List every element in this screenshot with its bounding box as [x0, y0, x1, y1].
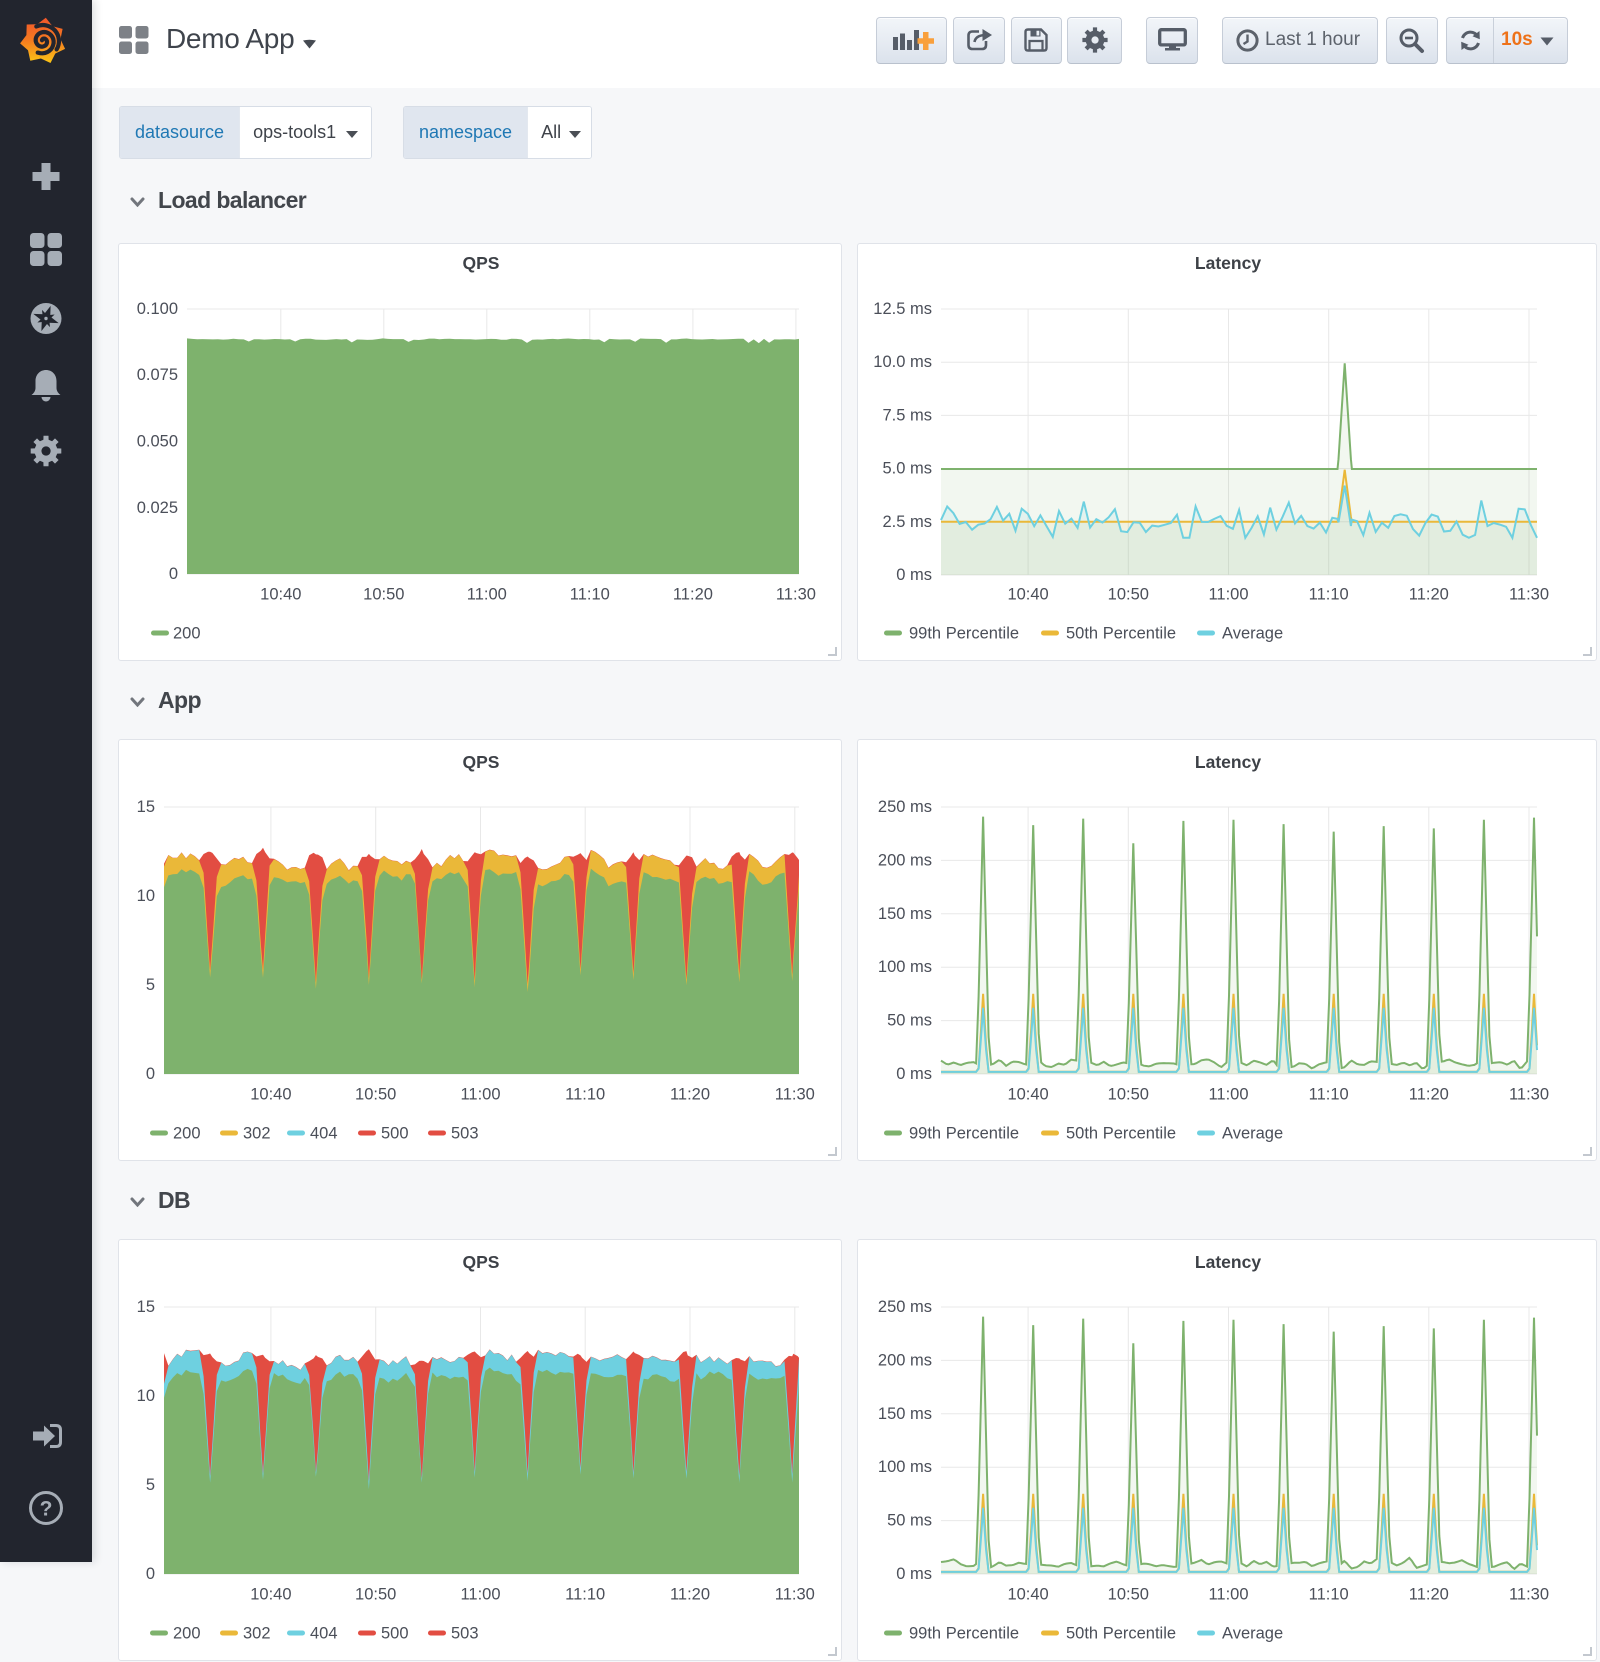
svg-text:200: 200 [173, 625, 201, 643]
svg-text:503: 503 [451, 1625, 479, 1643]
svg-text:15: 15 [137, 798, 155, 816]
svg-text:11:00: 11:00 [460, 1586, 500, 1604]
svg-text:11:00: 11:00 [1208, 1086, 1248, 1104]
svg-text:Latency: Latency [1195, 253, 1261, 273]
svg-text:250 ms: 250 ms [878, 1298, 932, 1316]
svg-text:0.050: 0.050 [137, 433, 178, 451]
svg-text:11:10: 11:10 [565, 1086, 605, 1104]
svg-text:Average: Average [1222, 1625, 1283, 1643]
svg-text:11:10: 11:10 [570, 586, 610, 604]
svg-text:0: 0 [146, 1065, 155, 1083]
svg-text:50 ms: 50 ms [887, 1512, 932, 1530]
svg-text:11:30: 11:30 [775, 1586, 815, 1604]
svg-text:99th Percentile: 99th Percentile [909, 625, 1019, 643]
svg-text:11:20: 11:20 [1409, 1586, 1449, 1604]
svg-text:10:50: 10:50 [1108, 586, 1149, 604]
svg-text:200: 200 [173, 1125, 201, 1143]
svg-text:500: 500 [381, 1125, 409, 1143]
svg-text:100 ms: 100 ms [878, 1458, 932, 1476]
svg-text:50th Percentile: 50th Percentile [1066, 1125, 1176, 1143]
svg-text:0.100: 0.100 [137, 300, 178, 318]
svg-text:10: 10 [137, 887, 155, 905]
svg-text:5: 5 [146, 1476, 155, 1494]
svg-text:99th Percentile: 99th Percentile [909, 1625, 1019, 1643]
svg-text:11:30: 11:30 [1509, 1086, 1549, 1104]
svg-text:15: 15 [137, 1298, 155, 1316]
svg-text:302: 302 [243, 1625, 271, 1643]
svg-text:50th Percentile: 50th Percentile [1066, 625, 1176, 643]
svg-text:10:40: 10:40 [1007, 1586, 1048, 1604]
svg-text:0: 0 [169, 565, 178, 583]
svg-text:QPS: QPS [463, 1252, 500, 1272]
svg-text:10:40: 10:40 [1007, 1086, 1048, 1104]
svg-text:150 ms: 150 ms [878, 905, 932, 923]
svg-text:0 ms: 0 ms [896, 566, 932, 584]
svg-text:0.075: 0.075 [137, 366, 178, 384]
svg-text:11:10: 11:10 [1309, 1586, 1349, 1604]
svg-text:11:20: 11:20 [1409, 586, 1449, 604]
svg-text:11:30: 11:30 [776, 586, 816, 604]
svg-text:100 ms: 100 ms [878, 958, 932, 976]
svg-text:11:20: 11:20 [673, 586, 713, 604]
svg-text:11:30: 11:30 [1509, 1586, 1549, 1604]
svg-text:50 ms: 50 ms [887, 1012, 932, 1030]
svg-text:Average: Average [1222, 1125, 1283, 1143]
svg-text:10: 10 [137, 1387, 155, 1405]
svg-text:11:30: 11:30 [775, 1086, 815, 1104]
svg-text:0 ms: 0 ms [896, 1565, 932, 1583]
svg-text:404: 404 [310, 1625, 338, 1643]
svg-text:5: 5 [146, 976, 155, 994]
svg-text:11:10: 11:10 [1309, 586, 1349, 604]
svg-text:2.5 ms: 2.5 ms [882, 513, 932, 531]
svg-text:500: 500 [381, 1625, 409, 1643]
svg-text:10:40: 10:40 [1007, 586, 1048, 604]
svg-text:11:20: 11:20 [670, 1586, 710, 1604]
svg-text:404: 404 [310, 1125, 338, 1143]
svg-text:?: ? [40, 1498, 53, 1521]
svg-text:11:00: 11:00 [467, 586, 507, 604]
svg-text:10:50: 10:50 [355, 1586, 396, 1604]
svg-text:11:00: 11:00 [1208, 1586, 1248, 1604]
svg-text:99th Percentile: 99th Percentile [909, 1125, 1019, 1143]
svg-text:0 ms: 0 ms [896, 1065, 932, 1083]
svg-text:Latency: Latency [1195, 1252, 1261, 1272]
svg-text:Latency: Latency [1195, 752, 1261, 772]
svg-text:10:40: 10:40 [260, 586, 301, 604]
svg-text:11:20: 11:20 [1409, 1086, 1449, 1104]
svg-text:10:50: 10:50 [363, 586, 404, 604]
svg-text:QPS: QPS [463, 253, 500, 273]
svg-text:0: 0 [146, 1565, 155, 1583]
svg-text:7.5 ms: 7.5 ms [882, 406, 932, 424]
svg-text:150 ms: 150 ms [878, 1405, 932, 1423]
svg-text:10.0 ms: 10.0 ms [873, 353, 932, 371]
svg-text:11:30: 11:30 [1509, 586, 1549, 604]
svg-text:503: 503 [451, 1125, 479, 1143]
svg-text:200 ms: 200 ms [878, 1351, 932, 1369]
svg-text:QPS: QPS [463, 752, 500, 772]
svg-text:12.5 ms: 12.5 ms [873, 300, 932, 318]
svg-text:11:00: 11:00 [460, 1086, 500, 1104]
svg-text:11:00: 11:00 [1208, 586, 1248, 604]
svg-text:0.025: 0.025 [137, 499, 178, 517]
svg-text:200: 200 [173, 1625, 201, 1643]
svg-text:10:40: 10:40 [250, 1586, 291, 1604]
svg-text:11:10: 11:10 [1309, 1086, 1349, 1104]
svg-text:50th Percentile: 50th Percentile [1066, 1625, 1176, 1643]
svg-text:5.0 ms: 5.0 ms [882, 460, 932, 478]
svg-text:10:50: 10:50 [1108, 1586, 1149, 1604]
svg-text:11:20: 11:20 [670, 1086, 710, 1104]
svg-text:10:50: 10:50 [1108, 1086, 1149, 1104]
svg-text:250 ms: 250 ms [878, 798, 932, 816]
svg-text:Average: Average [1222, 625, 1283, 643]
svg-text:200 ms: 200 ms [878, 851, 932, 869]
svg-text:11:10: 11:10 [565, 1586, 605, 1604]
svg-text:10:50: 10:50 [355, 1086, 396, 1104]
svg-text:10:40: 10:40 [250, 1086, 291, 1104]
svg-text:302: 302 [243, 1125, 271, 1143]
